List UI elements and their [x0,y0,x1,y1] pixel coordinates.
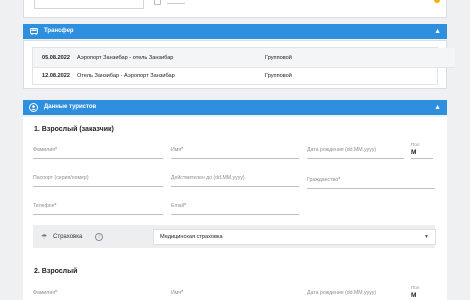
tourist-heading: 2. Взрослый [34,268,78,275]
required-mark: * [54,203,57,209]
previous-section-card [23,0,447,18]
name-label: Имя [171,290,182,296]
surname-field[interactable]: Фамилия* [33,145,163,159]
phone-label: Телефон [33,203,55,209]
surname-field[interactable]: Фамилия* [33,288,163,300]
name-label: Имя [171,147,182,153]
name-field[interactable]: Имя* [171,288,299,300]
gender-label: Пол [411,285,420,290]
gender-select[interactable]: Пол М [411,142,433,159]
gender-value: М [411,149,417,156]
surname-label: Фамилия [33,147,56,153]
insurance-label: Страховка [53,234,83,240]
insurance-row: ☂ Страховка i Медицинская страховка ▼ [33,225,436,248]
required-mark: * [183,203,187,209]
chevron-up-icon[interactable]: ▲ [434,27,441,36]
transfer-row: 05.08.2022 Аэропорт Занзибар - отель Зан… [33,48,455,68]
required-mark: * [55,147,58,153]
transfer-section-title: Трансфер [44,28,74,34]
birth-date-field[interactable]: Дата рождения (dd.MM.yyyy) [307,288,404,300]
passport-field[interactable]: Паспорт (серия/номер) [33,173,163,187]
required-mark: * [181,290,184,296]
tourists-section-header[interactable]: Данные туристов ▲ [23,100,447,115]
name-field[interactable]: Имя* [171,145,299,159]
transfer-section-body: 05.08.2022 Аэропорт Занзибар - отель Зан… [23,40,455,89]
gender-label: Пол [411,142,420,147]
transfer-type: Групповой [265,73,292,79]
bus-icon [29,27,38,36]
birth-date-label: Дата рождения (dd.MM.yyyy) [307,147,377,153]
chevron-up-icon[interactable]: ▲ [434,103,441,112]
citizenship-field[interactable]: Гражданство* [307,175,435,189]
transfer-date: 12.08.2022 [42,73,70,79]
transfer-type: Групповой [265,55,292,61]
citizenship-label: Гражданство [307,177,339,183]
required-mark: * [338,177,341,183]
insurance-select[interactable]: Медицинская страховка ▼ [153,229,436,245]
transfer-table: 05.08.2022 Аэропорт Занзибар - отель Зан… [32,47,455,85]
email-label: Email [171,203,184,209]
transfer-row: 12.08.2022 Отель Занзибар - Аэропорт Зан… [33,66,455,86]
required-mark: * [181,147,184,153]
passport-valid-field[interactable]: Действителен до (dd.MM.yyyy) [171,173,299,187]
transfer-route: Аэропорт Занзибар - отель Занзибар [77,55,174,61]
tourists-section-body: 1. Взрослый (заказчик) Фамилия* Имя* Дат… [23,117,447,300]
required-mark: * [55,290,58,296]
phone-field[interactable]: Телефон* [33,201,163,215]
gender-value: М [411,292,417,299]
transfer-section-header[interactable]: Трансфер ▲ [23,24,447,39]
gender-select[interactable]: Пол М [411,285,433,300]
transfer-date: 05.08.2022 [42,55,70,61]
caret-down-icon: ▼ [424,234,429,240]
info-icon[interactable]: i [95,233,103,241]
previous-field [34,0,144,9]
previous-checkbox[interactable] [154,0,161,5]
user-icon [29,103,38,112]
previous-checkbox-label [167,0,185,4]
email-field[interactable]: Email* [171,201,299,215]
transfer-route: Отель Занзибар - Аэропорт Занзибар [77,73,175,79]
surname-label: Фамилия [33,290,56,296]
passport-valid-label: Действителен до (dd.MM.yyyy) [171,175,245,181]
birth-date-field[interactable]: Дата рождения (dd.MM.yyyy) [307,145,404,159]
birth-date-label: Дата рождения (dd.MM.yyyy) [307,290,377,296]
tourists-section-title: Данные туристов [44,104,97,110]
passport-label: Паспорт (серия/номер) [33,175,89,181]
insurance-value: Медицинская страховка [160,234,223,240]
tourist-heading: 1. Взрослый (заказчик) [34,126,114,133]
status-dot-icon [434,0,440,3]
umbrella-icon: ☂ [41,234,48,241]
